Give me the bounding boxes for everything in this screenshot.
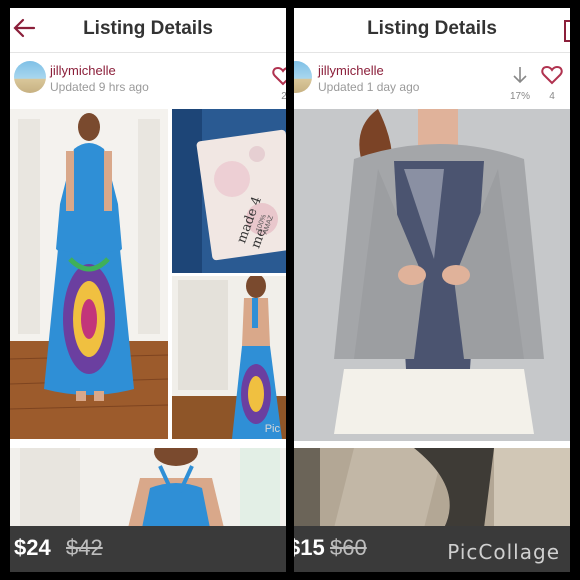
arrow-down-icon bbox=[513, 67, 527, 84]
current-price: $15 bbox=[294, 535, 325, 560]
original-price: $60 bbox=[330, 535, 367, 560]
seller-bar: jillymichelle Updated 1 day ago 17% 4 bbox=[294, 53, 570, 109]
heart-icon[interactable] bbox=[541, 65, 563, 85]
piccollage-watermark: PicCollage bbox=[447, 540, 560, 564]
price-drop-percent: 17% bbox=[509, 91, 530, 102]
left-listing-screen: Listing Details jillymichelle Updated 9 … bbox=[10, 8, 286, 572]
price-bar: $24 $42 bbox=[10, 526, 286, 572]
watermark-small: Pic bbox=[264, 423, 280, 435]
avatar[interactable] bbox=[14, 61, 46, 93]
seller-username[interactable]: jillymichelle bbox=[50, 63, 116, 78]
secondary-photo[interactable] bbox=[294, 448, 570, 528]
tag-photo[interactable]: made 4 me 100% AMAZ bbox=[172, 109, 286, 273]
original-price: $42 bbox=[66, 535, 103, 560]
price-bar: $15 $60 PicCollage bbox=[294, 526, 570, 572]
like-count: 4 bbox=[549, 91, 555, 102]
avatar[interactable] bbox=[294, 61, 312, 93]
main-listing-photo[interactable] bbox=[10, 109, 168, 439]
back-view-photo[interactable]: Pic bbox=[172, 276, 286, 439]
menu-edge-icon[interactable] bbox=[564, 20, 570, 42]
seller-bar: jillymichelle Updated 9 hrs ago 2 bbox=[10, 53, 286, 109]
main-listing-photo[interactable] bbox=[294, 109, 570, 441]
updated-time: Updated 9 hrs ago bbox=[50, 80, 149, 94]
right-listing-screen: Listing Details jillymichelle Updated 1 … bbox=[294, 8, 570, 572]
app-header: Listing Details bbox=[294, 8, 570, 53]
like-count: 2 bbox=[281, 91, 286, 102]
seller-username[interactable]: jillymichelle bbox=[318, 63, 384, 78]
page-title: Listing Details bbox=[367, 18, 497, 39]
page-title: Listing Details bbox=[83, 18, 213, 39]
updated-time: Updated 1 day ago bbox=[318, 80, 420, 94]
heart-icon[interactable] bbox=[272, 66, 286, 86]
current-price: $24 bbox=[14, 535, 51, 560]
app-header: Listing Details bbox=[10, 8, 286, 53]
secondary-photo[interactable] bbox=[10, 448, 286, 528]
